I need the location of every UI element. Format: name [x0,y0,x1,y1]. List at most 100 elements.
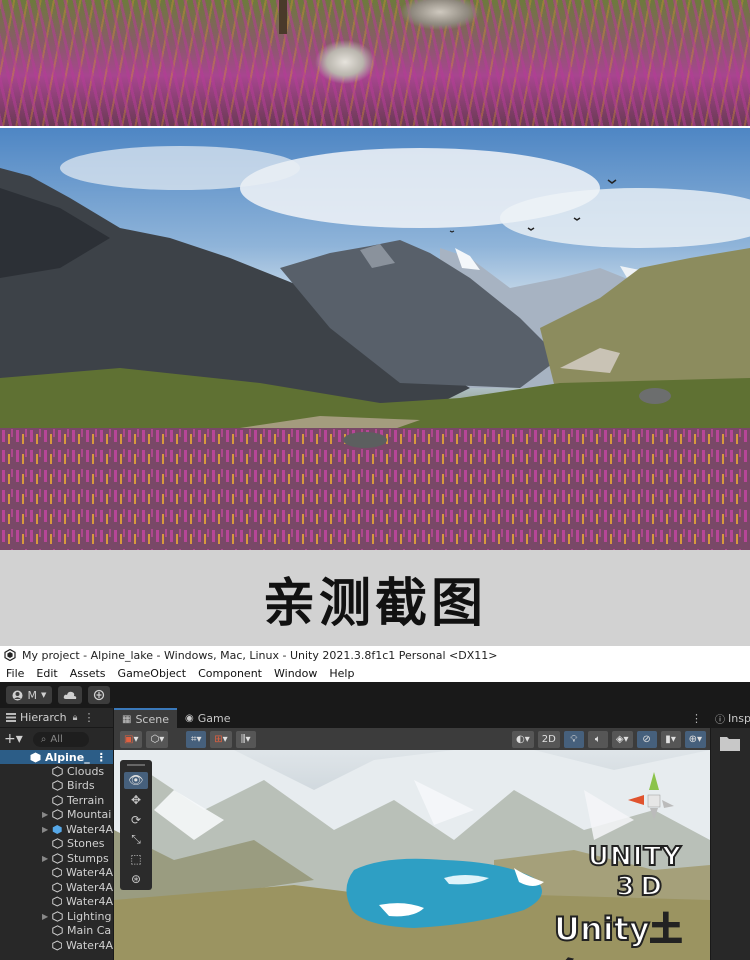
hierarchy-item[interactable]: Clouds [0,764,113,779]
cube-icon [51,940,62,951]
list-icon [6,713,16,722]
watermark-line-1: UNITY [587,841,682,873]
scene-more-icon[interactable]: ⋮ [96,751,107,764]
more-options-icon[interactable]: ⋮ [83,711,94,724]
create-plus-icon[interactable]: +▾ [4,731,23,747]
lock-icon[interactable]: 🔒︎ [73,713,78,723]
rotate-icon: ⟳ [130,812,142,827]
eye-icon: 👁︎ [128,773,144,788]
orientation-gizmo-icon[interactable] [624,770,684,830]
move-icon: ✥ [130,792,142,807]
main-toolbar: M ▼ [0,682,750,708]
pivot-button[interactable]: ⌗ ▾ [186,730,207,748]
rotate-tool-button[interactable]: ⟳ [124,811,148,828]
hierarchy-search-input[interactable]: ⌕ All [32,731,89,747]
inspector-tab[interactable]: ⓘ Insp [711,708,750,728]
tab-scene[interactable]: ▦ Scene [114,708,177,728]
account-label: M [27,688,38,702]
tab-scene-label: Scene [135,712,169,726]
tab-game-label: Game [197,711,231,725]
transform-tool-button[interactable]: ⊛ [124,870,148,887]
audio-toggle[interactable]: 🔈︎ [587,730,608,748]
scene-more-options-icon[interactable]: ⋮ [691,712,702,725]
menu-component[interactable]: Component [198,667,262,680]
hierarchy-item[interactable]: Water4A [0,866,113,881]
globe-icon: ⊕ [688,733,697,745]
view-tool-button[interactable]: 👁︎ [124,771,148,789]
hierarchy-item[interactable]: ▶ Water4A [0,822,113,837]
collab-button[interactable] [88,686,110,704]
window-title: My project - Alpine_lake - Windows, Mac,… [22,648,498,662]
info-icon: ⓘ [715,714,725,726]
menu-assets[interactable]: Assets [70,667,106,680]
scene-toolbar: ▣ ▾ ⬡ ▾ ⌗ ▾ ⊞ ▾ ⫼ ▾ ◐ ▾ 2D 💡︎ 🔈︎ ◈ ▾ ⊘ ▮ ▾ ⊕ ▾ [114,728,710,750]
hierarchy-tab[interactable]: Hierarch 🔒︎ ⋮ [0,708,113,728]
collab-icon [93,689,105,701]
meadow-photo-top [0,0,750,126]
rect-tool-button[interactable]: ⬚ [124,851,148,868]
cloud-button[interactable] [58,686,82,704]
menu-help[interactable]: Help [329,667,354,680]
hierarchy-item-label: Terrain [67,793,105,807]
speaker-icon: 🔈︎ [594,733,601,745]
camera-icon: ▮ [665,733,671,745]
menu-file[interactable]: File [6,667,24,680]
hierarchy-item[interactable]: Birds [0,779,113,794]
hierarchy-item[interactable]: Terrain [0,793,113,808]
visibility-toggle[interactable]: ⊘ [636,730,657,748]
move-tool-button[interactable]: ✥ [124,792,148,809]
account-button[interactable]: M ▼ [6,686,52,704]
tab-game[interactable]: ◉ Game [177,708,238,728]
cube-icon [52,910,63,922]
scene-viewport[interactable]: 👁︎ ✥ ⟳ ⤡ ⬚ ⊛ UNITY 3D Unity土多 [114,750,710,960]
scene-panel: ▦ Scene ◉ Game ⋮ ▣ ▾ ⬡ ▾ ⌗ ▾ ⊞ ▾ ⫼ ▾ ◐ ▾ 2D 💡︎… [114,708,710,960]
pivot-icon: ⌗ [190,733,197,745]
scale-tool-button[interactable]: ⤡ [124,831,148,848]
search-placeholder: All [50,733,63,745]
hierarchy-item[interactable]: Water4A [0,938,113,953]
hierarchy-item[interactable]: Main Ca [0,924,113,939]
tree-trunk [279,0,287,34]
hierarchy-item[interactable]: ▶ Stumps [0,851,113,866]
effects-button[interactable]: ◈ ▾ [611,730,633,748]
camera-button[interactable]: ▮ ▾ [660,730,681,748]
menu-window[interactable]: Window [274,667,317,680]
expand-arrow-icon[interactable]: ▶ [42,825,52,834]
expand-arrow-icon[interactable]: ▶ [42,810,52,819]
hierarchy-item[interactable]: ▶ Mountai [0,808,113,823]
watermark: UNITY 3D Unity土多 [553,841,704,960]
cube-icon [52,794,63,806]
hierarchy-item-label: Water4A [65,895,113,909]
hierarchy-item[interactable]: ▶ Lighting [0,909,113,924]
shading-button[interactable]: ⬡ ▾ [146,730,169,748]
cube-icon [52,852,63,864]
rect-icon: ⬚ [130,851,142,866]
snap-button[interactable]: ⊞ ▾ [210,730,232,748]
draw-mode-button[interactable]: ▣ ▾ [120,730,143,748]
toggle-2d-button[interactable]: 2D [537,730,560,748]
cube-icon [51,867,62,878]
menu-bar: File Edit Assets GameObject Component Wi… [0,664,750,682]
hierarchy-item-label: Water4A [65,880,113,894]
hierarchy-scene-root[interactable]: Alpine_ ⋮ [0,750,113,764]
lightbulb-icon: 💡︎ [570,733,578,745]
watermark-line-3: Unity土多 [553,909,683,960]
increment-button[interactable]: ⫼ ▾ [235,730,256,748]
sphere-icon: ◐ [516,733,525,745]
hierarchy-item[interactable]: Stones [0,837,113,852]
hierarchy-item-label: Mountai [67,808,112,822]
hierarchy-item[interactable]: Water4A [0,880,113,895]
render-mode-button[interactable]: ◐ ▾ [512,730,534,748]
hierarchy-item-label: Main Ca [67,924,112,938]
menu-gameobject[interactable]: GameObject [118,667,187,680]
hierarchy-item[interactable]: Water4A [0,895,113,910]
cube-icon [52,780,63,792]
gizmos-button[interactable]: ⊕ ▾ [684,730,706,748]
strip-handle[interactable] [127,764,145,766]
expand-arrow-icon[interactable]: ▶ [42,854,52,863]
menu-edit[interactable]: Edit [36,667,57,680]
lighting-toggle[interactable]: 💡︎ [563,730,584,748]
expand-arrow-icon[interactable]: ▶ [42,912,52,921]
hierarchy-item-label: Stones [67,837,105,851]
cube-icon [52,925,63,937]
